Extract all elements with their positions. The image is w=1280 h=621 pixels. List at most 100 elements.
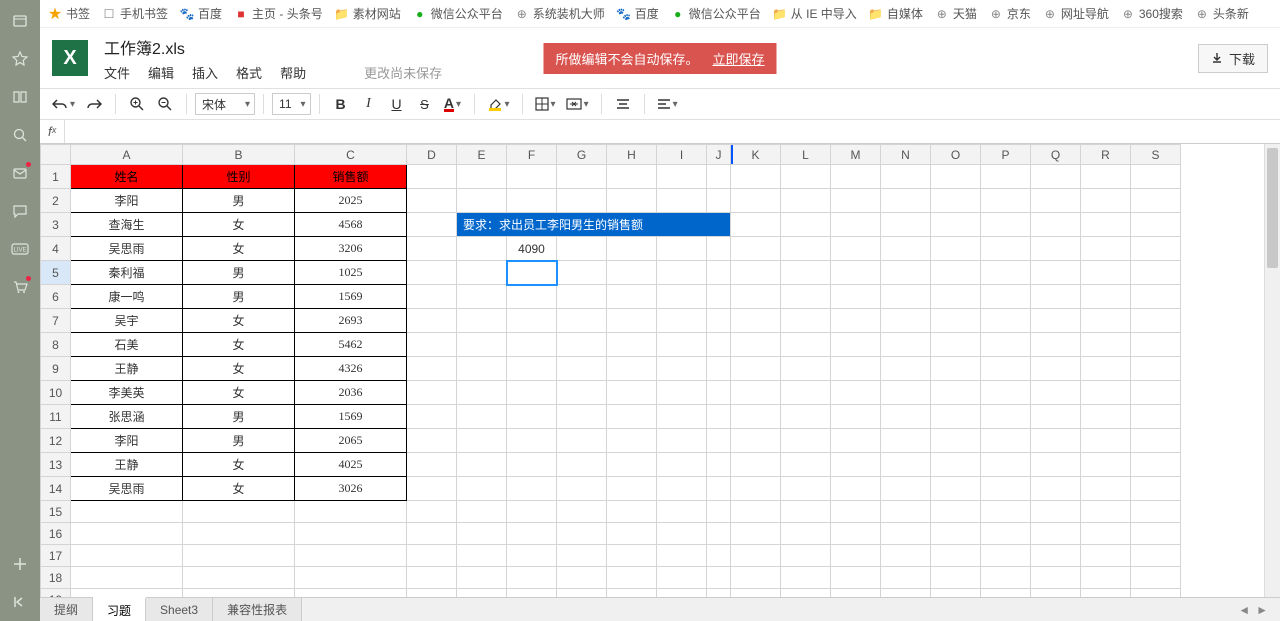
cell[interactable] [657, 589, 707, 598]
cell[interactable] [931, 165, 981, 189]
cell[interactable] [781, 429, 831, 453]
cell[interactable]: 4326 [295, 357, 407, 381]
cell[interactable] [881, 213, 931, 237]
cell[interactable] [931, 589, 981, 598]
cell[interactable] [731, 589, 781, 598]
cell[interactable] [507, 357, 557, 381]
vertical-scrollbar[interactable] [1264, 144, 1280, 597]
cell[interactable] [507, 333, 557, 357]
cell[interactable]: 2025 [295, 189, 407, 213]
cell[interactable] [731, 357, 781, 381]
cell[interactable] [657, 429, 707, 453]
cell[interactable] [607, 285, 657, 309]
cell[interactable] [981, 405, 1031, 429]
cell[interactable] [931, 189, 981, 213]
cell[interactable] [707, 405, 731, 429]
save-now-link[interactable]: 立即保存 [713, 49, 765, 68]
cell[interactable] [881, 405, 931, 429]
cell[interactable] [407, 213, 457, 237]
cell[interactable] [407, 285, 457, 309]
cell[interactable] [1031, 523, 1081, 545]
cell[interactable] [781, 357, 831, 381]
cell[interactable] [507, 165, 557, 189]
cell[interactable] [657, 523, 707, 545]
cell[interactable] [731, 333, 781, 357]
column-header[interactable]: G [557, 145, 607, 165]
cell[interactable] [1031, 309, 1081, 333]
cell[interactable] [1081, 261, 1131, 285]
cell[interactable] [881, 545, 931, 567]
rail-mail-icon[interactable] [11, 164, 29, 182]
cell[interactable]: 女 [183, 237, 295, 261]
cell[interactable] [731, 285, 781, 309]
cell[interactable] [931, 381, 981, 405]
column-header[interactable]: K [731, 145, 781, 165]
cell[interactable] [707, 285, 731, 309]
cell[interactable] [981, 567, 1031, 589]
cell[interactable] [1081, 357, 1131, 381]
strike-button[interactable]: S [412, 91, 438, 117]
zoom-in-button[interactable] [124, 91, 150, 117]
cell[interactable] [71, 501, 183, 523]
cell[interactable] [557, 523, 607, 545]
cell[interactable] [1031, 405, 1081, 429]
cell[interactable] [881, 189, 931, 213]
cell[interactable] [183, 589, 295, 598]
cell[interactable] [183, 567, 295, 589]
cell[interactable] [881, 357, 931, 381]
rail-search-icon[interactable] [11, 126, 29, 144]
column-header[interactable]: Q [1031, 145, 1081, 165]
cell[interactable] [931, 567, 981, 589]
cell[interactable]: 2036 [295, 381, 407, 405]
cell[interactable] [781, 309, 831, 333]
cell[interactable] [295, 523, 407, 545]
cell[interactable]: 女 [183, 213, 295, 237]
italic-button[interactable]: I [356, 91, 382, 117]
cell[interactable] [1131, 523, 1181, 545]
sheet-area[interactable]: ABCDEFGHIJKLMNOPQRS1姓名性别销售额2李阳男20253查海生女… [40, 144, 1280, 597]
cell[interactable]: 康一鸣 [71, 285, 183, 309]
cell[interactable] [457, 165, 507, 189]
cell[interactable] [71, 589, 183, 598]
font-size-select[interactable]: 11 [272, 93, 310, 115]
cell[interactable]: 2065 [295, 429, 407, 453]
cell[interactable] [881, 523, 931, 545]
cell[interactable] [931, 405, 981, 429]
cell[interactable] [881, 309, 931, 333]
cell[interactable] [1131, 429, 1181, 453]
cell[interactable] [731, 309, 781, 333]
row-header[interactable]: 8 [41, 333, 71, 357]
cell[interactable] [1131, 333, 1181, 357]
cell[interactable] [707, 477, 731, 501]
cell[interactable] [407, 333, 457, 357]
cell[interactable] [981, 213, 1031, 237]
cell[interactable] [707, 429, 731, 453]
cell[interactable] [1081, 237, 1131, 261]
cell[interactable] [1081, 429, 1131, 453]
cell[interactable] [931, 477, 981, 501]
cell[interactable] [1131, 285, 1181, 309]
cell[interactable] [557, 567, 607, 589]
cell[interactable] [407, 429, 457, 453]
cell[interactable] [507, 405, 557, 429]
cell[interactable]: 女 [183, 357, 295, 381]
cell[interactable] [931, 237, 981, 261]
cell[interactable] [981, 545, 1031, 567]
column-header[interactable]: D [407, 145, 457, 165]
sheet-tab[interactable]: 兼容性报表 [213, 598, 302, 621]
cell[interactable] [1031, 589, 1081, 598]
cell[interactable] [507, 309, 557, 333]
cell[interactable] [731, 523, 781, 545]
cell[interactable] [981, 357, 1031, 381]
cell[interactable] [881, 477, 931, 501]
cell[interactable] [1031, 165, 1081, 189]
cell[interactable] [1081, 381, 1131, 405]
cell[interactable] [1131, 545, 1181, 567]
cell[interactable]: 查海生 [71, 213, 183, 237]
cell[interactable] [657, 381, 707, 405]
menu-item[interactable]: 编辑 [148, 63, 174, 82]
cell[interactable] [981, 333, 1031, 357]
cell[interactable] [407, 545, 457, 567]
cell[interactable] [71, 523, 183, 545]
cell[interactable] [881, 453, 931, 477]
